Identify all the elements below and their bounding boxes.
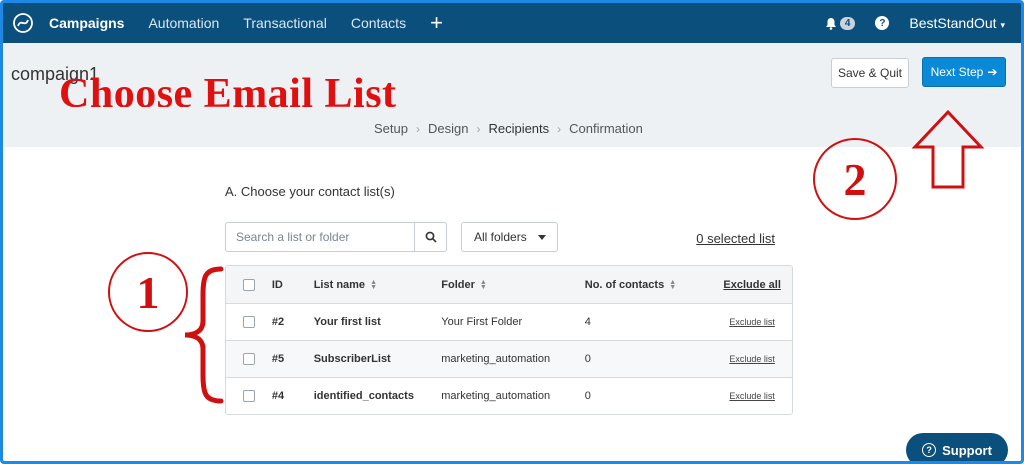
support-button[interactable]: ? Support xyxy=(906,433,1008,461)
chevron-down-icon: ▾ xyxy=(1000,20,1005,30)
exclude-list-link[interactable]: Exclude list xyxy=(729,391,775,401)
support-label: Support xyxy=(942,442,992,458)
add-plus-icon[interactable]: + xyxy=(430,12,443,34)
chevron-right-icon: › xyxy=(415,121,420,136)
brace-annotation xyxy=(184,266,224,404)
col-count-header[interactable]: No. of contacts ▲ ▼ xyxy=(585,279,713,291)
list-id: #2 xyxy=(271,316,285,328)
row-checkbox[interactable] xyxy=(242,390,255,402)
chevron-right-icon: › xyxy=(557,121,562,136)
annotation-circle-1: 1 xyxy=(108,252,188,332)
step-design[interactable]: Design xyxy=(428,121,468,136)
caret-down-icon xyxy=(538,235,546,240)
list-id: #5 xyxy=(271,353,285,365)
col-id-header: ID xyxy=(271,278,283,291)
arrow-right-icon: ➔ xyxy=(987,65,998,79)
save-quit-button[interactable]: Save & Quit xyxy=(831,58,909,88)
search-button[interactable] xyxy=(414,223,446,251)
folder-filter-value: All folders xyxy=(474,230,527,244)
search-box xyxy=(225,222,447,252)
table-header: ID List name ▲ ▼ Folder ▲ ▼ No. of contacts ▲… xyxy=(226,266,792,303)
list-name: Your first list xyxy=(313,316,381,328)
search-icon xyxy=(425,231,437,243)
nav-transactional[interactable]: Transactional xyxy=(243,15,327,31)
selected-count-link[interactable]: 0 selected list xyxy=(696,231,775,246)
list-count: 0 xyxy=(584,353,591,365)
logo-icon xyxy=(13,13,33,33)
bell-icon xyxy=(825,17,836,30)
list-folder: marketing_automation xyxy=(441,390,551,402)
nav-contacts[interactable]: Contacts xyxy=(351,15,406,31)
nav-campaigns[interactable]: Campaigns xyxy=(49,15,124,31)
list-name: identified_contacts xyxy=(313,390,414,402)
sort-icon: ▲ ▼ xyxy=(669,278,677,291)
exclude-list-link[interactable]: Exclude list xyxy=(729,317,775,327)
step-recipients[interactable]: Recipients xyxy=(488,121,549,136)
campaign-header: compaign1 Choose Email List Save & Quit … xyxy=(3,43,1021,117)
row-checkbox[interactable] xyxy=(242,353,255,365)
notifications-button[interactable]: 4 xyxy=(825,16,856,30)
table-row[interactable]: #5 SubscriberList marketing_automation 0… xyxy=(226,340,792,377)
exclude-list-link[interactable]: Exclude list xyxy=(729,354,775,364)
annotation-circle-2: 2 xyxy=(813,138,897,220)
col-count-label: No. of contacts xyxy=(584,278,665,291)
breadcrumb: Setup › Design › Recipients › Confirmati… xyxy=(374,121,643,136)
col-name-header[interactable]: List name ▲ ▼ xyxy=(314,279,442,291)
next-step-label: Next Step xyxy=(930,65,984,79)
chevron-right-icon: › xyxy=(476,121,481,136)
list-id: #4 xyxy=(271,390,285,402)
notification-count-badge: 4 xyxy=(839,16,856,30)
help-icon[interactable]: ? xyxy=(875,16,890,30)
sort-icon: ▲ ▼ xyxy=(370,278,377,291)
brand-logo[interactable] xyxy=(5,3,41,43)
list-name: SubscriberList xyxy=(313,353,391,365)
arrow-up-annotation xyxy=(911,109,985,189)
next-step-button[interactable]: Next Step ➔ xyxy=(922,57,1006,87)
step-confirmation[interactable]: Confirmation xyxy=(569,121,643,136)
app-frame: Campaigns Automation Transactional Conta… xyxy=(0,0,1024,464)
search-input[interactable] xyxy=(226,223,414,251)
col-name-label: List name xyxy=(313,278,366,291)
nav-menu: Campaigns Automation Transactional Conta… xyxy=(49,12,443,34)
col-folder-header[interactable]: Folder ▲ ▼ xyxy=(441,279,585,291)
nav-right: 4 ? BestStandOut ▾ xyxy=(825,3,1005,43)
exclude-all-link[interactable]: Exclude all xyxy=(723,279,780,291)
section-title: A. Choose your contact list(s) xyxy=(225,184,395,199)
nav-automation[interactable]: Automation xyxy=(148,15,219,31)
help-circle-icon: ? xyxy=(922,443,937,457)
list-folder: Your First Folder xyxy=(441,316,523,328)
row-checkbox[interactable] xyxy=(242,316,255,328)
folder-filter-select[interactable]: All folders xyxy=(461,222,558,252)
list-count: 0 xyxy=(584,390,591,402)
list-count: 4 xyxy=(584,316,591,328)
contact-list-table: ID List name ▲ ▼ Folder ▲ ▼ No. of contacts ▲… xyxy=(225,265,793,415)
list-folder: marketing_automation xyxy=(441,353,551,365)
table-row[interactable]: #4 identified_contacts marketing_automat… xyxy=(226,377,792,414)
select-all-checkbox[interactable] xyxy=(242,278,255,291)
top-nav: Campaigns Automation Transactional Conta… xyxy=(3,3,1021,43)
step-setup[interactable]: Setup xyxy=(374,121,408,136)
sort-icon: ▲ ▼ xyxy=(479,278,487,291)
table-row[interactable]: #2 Your first list Your First Folder 4 E… xyxy=(226,303,792,340)
user-menu[interactable]: BestStandOut ▾ xyxy=(909,15,1005,31)
col-folder-label: Folder xyxy=(441,278,475,291)
user-name: BestStandOut xyxy=(909,15,997,31)
